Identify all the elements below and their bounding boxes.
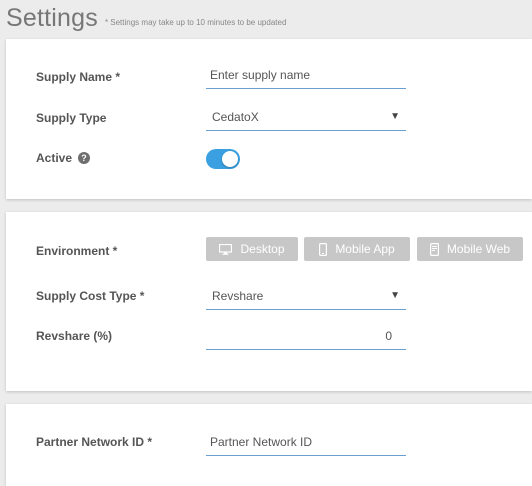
env-mobile-web-button[interactable]: Mobile Web — [417, 237, 523, 261]
supply-cost-type-value: Revshare — [212, 288, 264, 303]
env-mobile-web-label: Mobile Web — [446, 242, 511, 256]
environment-row: Environment * Desktop Mobile App Mobile … — [6, 235, 532, 267]
revshare-input[interactable] — [206, 322, 406, 349]
general-settings-card: Supply Name * Supply Type CedatoX ▼ Acti… — [6, 39, 532, 199]
mobile-web-icon — [429, 242, 439, 256]
active-label-wrap: Active ? — [36, 151, 91, 165]
revshare-field — [206, 322, 406, 350]
active-row: Active ? — [6, 142, 532, 174]
env-mobile-app-label: Mobile App — [335, 242, 395, 256]
active-label: Active — [36, 151, 73, 165]
revshare-row: Revshare (%) — [6, 320, 532, 352]
settings-update-note: * Settings may take up to 10 minutes to … — [104, 18, 287, 27]
page-title: Settings — [6, 4, 98, 32]
partner-card: Partner Network ID * — [6, 404, 532, 486]
supply-name-label: Supply Name * — [36, 70, 121, 84]
revshare-label: Revshare (%) — [36, 329, 113, 343]
supply-cost-type-select[interactable]: Revshare ▼ — [206, 282, 406, 310]
supply-name-field — [206, 61, 406, 89]
supply-cost-type-label: Supply Cost Type * — [36, 289, 145, 303]
environment-label: Environment * — [36, 244, 118, 258]
phone-icon — [319, 242, 328, 256]
supply-type-row: Supply Type CedatoX ▼ — [6, 102, 532, 134]
partner-network-row: Partner Network ID * — [6, 426, 532, 458]
dropdown-arrow-icon: ▼ — [390, 290, 400, 301]
partner-network-field — [206, 428, 406, 456]
supply-name-row: Supply Name * — [6, 61, 532, 93]
supply-type-label: Supply Type — [36, 111, 107, 125]
page-header: Settings * Settings may take up to 10 mi… — [6, 0, 286, 32]
env-desktop-label: Desktop — [240, 242, 285, 256]
help-icon[interactable]: ? — [78, 152, 91, 164]
environment-card: Environment * Desktop Mobile App Mobile … — [6, 212, 532, 391]
dropdown-arrow-icon: ▼ — [390, 111, 400, 122]
supply-type-value: CedatoX — [212, 109, 259, 124]
monitor-icon — [219, 243, 233, 255]
supply-type-select[interactable]: CedatoX ▼ — [206, 103, 406, 131]
supply-cost-type-row: Supply Cost Type * Revshare ▼ — [6, 280, 532, 312]
supply-name-input[interactable] — [206, 61, 406, 88]
toggle-knob — [222, 151, 238, 167]
partner-network-input[interactable] — [206, 428, 406, 455]
active-toggle[interactable] — [206, 149, 240, 169]
env-desktop-button[interactable]: Desktop — [206, 237, 298, 261]
partner-network-label: Partner Network ID * — [36, 435, 153, 449]
env-mobile-app-button[interactable]: Mobile App — [304, 237, 410, 261]
